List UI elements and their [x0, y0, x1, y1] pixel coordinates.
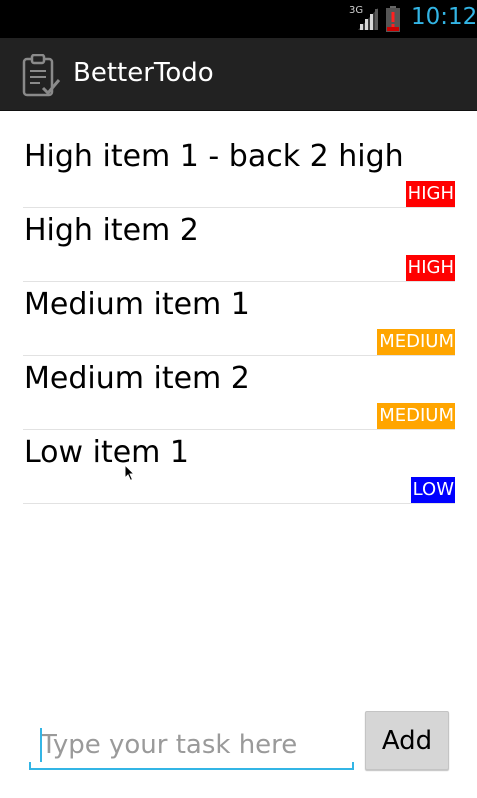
input-underline-tick: [352, 762, 354, 770]
task-list: High item 1 - back 2 high HIGH High item…: [23, 134, 455, 504]
task-item[interactable]: Medium item 2 MEDIUM: [23, 356, 455, 430]
clock: 10:12: [411, 4, 477, 30]
task-text: High item 1 - back 2 high: [24, 139, 404, 174]
mouse-pointer-icon: [124, 464, 136, 482]
input-underline: [29, 768, 354, 770]
input-underline-tick: [29, 762, 31, 770]
priority-badge: MEDIUM: [377, 403, 455, 429]
action-bar: [0, 38, 477, 111]
task-item[interactable]: Medium item 1 MEDIUM: [23, 282, 455, 356]
task-text: Low item 1: [24, 435, 190, 470]
task-input[interactable]: [29, 724, 354, 766]
battery-alert-icon: [386, 6, 400, 32]
clipboard-check-icon: [22, 54, 61, 97]
priority-badge: HIGH: [405, 181, 455, 207]
task-text: Medium item 1: [24, 287, 250, 322]
add-button[interactable]: Add: [365, 711, 449, 770]
app-title: BetterTodo: [73, 58, 214, 88]
task-text: Medium item 2: [24, 361, 250, 396]
priority-badge: MEDIUM: [377, 329, 455, 355]
signal-icon: [358, 8, 378, 30]
task-item[interactable]: Low item 1 LOW: [23, 430, 455, 504]
task-text: High item 2: [24, 213, 199, 248]
status-bar: 3G 10:12: [0, 0, 477, 38]
task-input-container: [29, 724, 354, 770]
task-item[interactable]: High item 1 - back 2 high HIGH: [23, 134, 455, 208]
priority-badge: LOW: [410, 477, 455, 503]
priority-badge: HIGH: [405, 255, 455, 281]
text-caret: [40, 728, 42, 762]
task-item[interactable]: High item 2 HIGH: [23, 208, 455, 282]
